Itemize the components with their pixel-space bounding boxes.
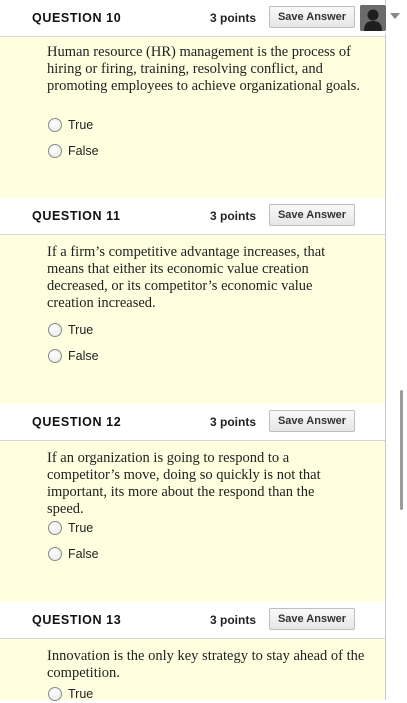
question-title: QUESTION 10 xyxy=(32,11,122,25)
save-answer-button[interactable]: Save Answer xyxy=(269,608,355,630)
option-true[interactable]: True xyxy=(48,321,93,339)
question-points: 3 points xyxy=(210,415,257,429)
question-11: QUESTION 11 3 points Save Answer If a fi… xyxy=(0,198,385,406)
option-label: False xyxy=(68,547,99,561)
question-text: Innovation is the only key strategy to s… xyxy=(47,648,365,681)
question-title: QUESTION 12 xyxy=(32,415,122,429)
user-menu[interactable] xyxy=(358,4,407,34)
option-label: True xyxy=(68,118,94,132)
avatar[interactable] xyxy=(360,5,386,31)
radio-button[interactable] xyxy=(48,547,62,561)
option-label: True xyxy=(68,323,94,337)
radio-button[interactable] xyxy=(48,118,62,132)
question-text: If an organization is going to respond t… xyxy=(47,450,321,517)
save-answer-button[interactable]: Save Answer xyxy=(269,204,355,226)
save-answer-button[interactable]: Save Answer xyxy=(269,410,355,432)
questions-column: QUESTION 10 3 points Save Answer Human r… xyxy=(0,0,386,703)
option-label: False xyxy=(68,144,99,158)
user-silhouette-icon xyxy=(360,5,386,31)
question-header: QUESTION 12 3 points Save Answer xyxy=(0,404,385,441)
save-answer-button[interactable]: Save Answer xyxy=(269,6,355,28)
radio-button[interactable] xyxy=(48,323,62,337)
option-label: True xyxy=(68,521,94,535)
question-10: QUESTION 10 3 points Save Answer Human r… xyxy=(0,0,385,200)
option-true[interactable]: True xyxy=(48,685,93,703)
option-false[interactable]: False xyxy=(48,347,99,365)
chevron-down-icon[interactable] xyxy=(390,13,400,19)
option-label: True xyxy=(68,687,94,701)
radio-button[interactable] xyxy=(48,144,62,158)
question-13: QUESTION 13 3 points Save Answer Innovat… xyxy=(0,602,385,703)
option-false[interactable]: False xyxy=(48,545,99,563)
radio-button[interactable] xyxy=(48,687,62,701)
question-text: Human resource (HR) management is the pr… xyxy=(47,44,361,94)
option-false[interactable]: False xyxy=(48,142,99,160)
option-true[interactable]: True xyxy=(48,519,93,537)
option-true[interactable]: True xyxy=(48,116,93,134)
option-label: False xyxy=(68,349,99,363)
question-title: QUESTION 11 xyxy=(32,209,121,223)
question-points: 3 points xyxy=(210,209,257,223)
radio-button[interactable] xyxy=(48,349,62,363)
question-title: QUESTION 13 xyxy=(32,613,122,627)
question-12: QUESTION 12 3 points Save Answer If an o… xyxy=(0,404,385,604)
question-header: QUESTION 13 3 points Save Answer xyxy=(0,602,385,639)
question-text: If a firm’s competitive advantage increa… xyxy=(47,244,326,311)
scrollbar[interactable] xyxy=(400,390,403,510)
question-points: 3 points xyxy=(210,11,257,25)
radio-button[interactable] xyxy=(48,521,62,535)
question-header: QUESTION 10 3 points Save Answer xyxy=(0,0,385,37)
question-points: 3 points xyxy=(210,613,257,627)
question-header: QUESTION 11 3 points Save Answer xyxy=(0,198,385,235)
